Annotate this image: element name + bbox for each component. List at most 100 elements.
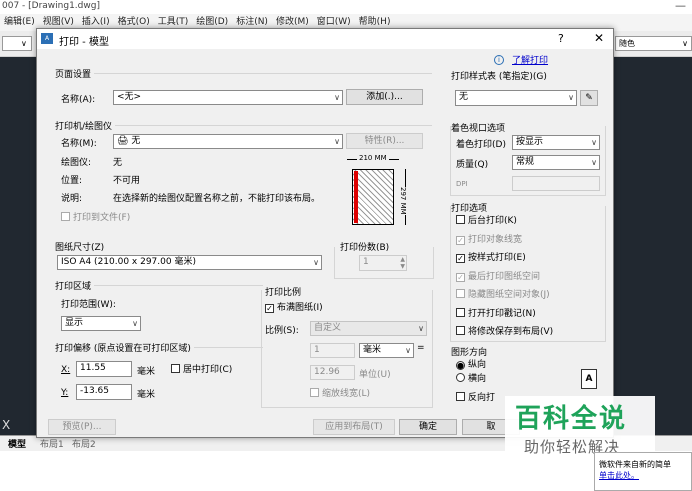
- scale-value1-input[interactable]: 1: [310, 343, 355, 358]
- plot-option-label: 后台打印(K): [468, 216, 517, 226]
- command-marker: X: [2, 418, 11, 432]
- paper-size-select[interactable]: ISO A4 (210.00 x 297.00 毫米) ∨: [57, 255, 322, 270]
- scale-select[interactable]: 自定义 ∨: [310, 321, 427, 336]
- copies-input[interactable]: 1 ▲ ▼: [359, 255, 407, 271]
- plot-offset-title: 打印偏移 (原点设置在可打印区域): [55, 341, 194, 354]
- plot-option-checkbox[interactable]: 隐藏图纸空间对象(J): [456, 289, 550, 301]
- pencil-icon: ✎: [585, 93, 593, 103]
- equals-sign: =: [417, 343, 425, 353]
- apply-to-layout-button[interactable]: 应用到布局(T): [313, 419, 395, 435]
- close-button[interactable]: ✕: [594, 31, 604, 45]
- scale-lineweights-label: 缩放线宽(L): [322, 389, 371, 399]
- offset-x-unit: 毫米: [137, 367, 156, 377]
- plot-option-checkbox[interactable]: ✓ 按样式打印(E): [456, 252, 526, 264]
- portrait-radio[interactable]: ● 纵向: [456, 359, 486, 371]
- menu-edit[interactable]: 编辑(E): [0, 14, 39, 31]
- printer-name-select[interactable]: 🖨 无 ∨: [113, 134, 343, 149]
- preview-button[interactable]: 预览(P)...: [48, 419, 116, 435]
- paper-sheet: [352, 169, 394, 225]
- dialog-title-bar: A 打印 - 模型 ? ✕: [37, 29, 613, 49]
- scale-unit-value: 毫米: [363, 345, 382, 355]
- printer-icon: 🖨: [117, 136, 129, 146]
- plot-option-checkbox[interactable]: ✓ 最后打印图纸空间: [456, 271, 540, 283]
- tab-layout1[interactable]: 布局1: [40, 437, 64, 450]
- quality-select[interactable]: 常规 ∨: [512, 155, 600, 170]
- scale-value: 自定义: [314, 323, 342, 333]
- scale-value2-input[interactable]: 12.96: [310, 365, 355, 380]
- orientation-title: 图形方向: [451, 348, 488, 358]
- reverse-plot-label: 反向打: [468, 393, 496, 403]
- shade-plot-select[interactable]: 按显示 ∨: [512, 135, 600, 150]
- offset-y-unit: 毫米: [137, 390, 156, 400]
- shaded-title: 着色视口选项: [451, 121, 509, 134]
- printer-group: 打印机/绘图仪: [55, 119, 432, 132]
- description-label: 说明:: [61, 194, 83, 204]
- portrait-label: 纵向: [468, 360, 487, 370]
- scale-unit-select[interactable]: 毫米 ∨: [359, 343, 414, 358]
- chevron-down-icon: ∨: [405, 346, 411, 355]
- plotter-value: 无: [113, 158, 123, 168]
- fit-paper-checkbox[interactable]: ✓ 布满图纸(I): [265, 302, 323, 314]
- autocad-icon: A: [41, 33, 53, 44]
- plot-range-label: 打印范围(W):: [61, 300, 116, 310]
- dpi-input[interactable]: [512, 176, 600, 191]
- reverse-plot-checkbox[interactable]: 反向打: [456, 392, 495, 404]
- print-to-file-label: 打印到文件(F): [73, 213, 131, 223]
- page-setup-name-value: <无>: [117, 92, 142, 102]
- tab-model[interactable]: 模型: [8, 437, 26, 450]
- plot-option-checkbox[interactable]: ✓ 打印对象线宽: [456, 234, 522, 246]
- scale-lineweights-checkbox[interactable]: 缩放线宽(L): [310, 388, 370, 400]
- print-to-file-checkbox[interactable]: 打印到文件(F): [61, 212, 130, 224]
- page-setup-name-select[interactable]: <无> ∨: [113, 90, 343, 105]
- plot-range-select[interactable]: 显示 ∨: [61, 316, 141, 331]
- copies-value: 1: [363, 257, 369, 267]
- plot-style-select[interactable]: 无 ∨: [455, 90, 577, 106]
- spinner-icon[interactable]: ▲ ▼: [400, 256, 405, 270]
- plot-area-group: 打印区域: [55, 279, 263, 292]
- watermark-title: 百科全说: [515, 404, 628, 434]
- color-dropdown[interactable]: 随色 ∨: [615, 36, 692, 51]
- tooltip-link[interactable]: 单击此处。: [599, 470, 687, 481]
- plot-range-value: 显示: [65, 318, 84, 328]
- checkbox-box: [456, 215, 465, 224]
- plot-area-title: 打印区域: [55, 279, 95, 292]
- toolbar-dropdown[interactable]: ∨: [2, 36, 32, 51]
- shade-plot-label: 着色打印(D): [456, 140, 506, 150]
- checkbox-box: [456, 289, 465, 298]
- page-setup-name-label: 名称(A):: [61, 95, 96, 105]
- chevron-down-icon: ∨: [313, 258, 319, 267]
- add-page-setup-button[interactable]: 添加(.)...: [346, 89, 423, 105]
- ok-button[interactable]: 确定: [399, 419, 457, 435]
- color-value: 随色: [619, 39, 635, 48]
- paper-size-value: ISO A4 (210.00 x 297.00 毫米): [61, 257, 196, 267]
- quality-value: 常规: [516, 157, 535, 167]
- page-setup-group: 页面设置: [55, 67, 432, 80]
- app-title-bar: 007 - [Drawing1.dwg] —: [0, 0, 692, 14]
- printer-properties-button[interactable]: 特性(R)...: [346, 133, 423, 149]
- plot-option-checkbox[interactable]: 后台打印(K): [456, 215, 517, 227]
- chevron-down-icon: ∨: [591, 138, 597, 147]
- checkbox-box: [61, 212, 70, 221]
- learn-print-link[interactable]: 了解打印: [512, 53, 548, 66]
- plot-option-label: 按样式打印(E): [468, 253, 526, 263]
- location-label: 位置:: [61, 176, 83, 186]
- help-button[interactable]: ?: [558, 32, 564, 45]
- center-plot-checkbox[interactable]: 居中打印(C): [171, 364, 232, 376]
- landscape-radio[interactable]: 横向: [456, 373, 486, 385]
- printer-name-value: 无: [131, 136, 141, 146]
- plot-option-checkbox[interactable]: 打开打印戳记(N): [456, 307, 536, 320]
- plot-option-label: 最后打印图纸空间: [468, 271, 541, 282]
- check-icon: ✓: [456, 235, 465, 245]
- edit-plot-style-button[interactable]: ✎: [580, 90, 598, 106]
- tab-layout2[interactable]: 布局2: [72, 437, 96, 450]
- chevron-down-icon: ∨: [591, 158, 597, 167]
- plot-option-checkbox[interactable]: 将修改保存到布局(V): [456, 326, 553, 338]
- offset-y-input[interactable]: -13.65: [76, 384, 132, 400]
- chevron-down-icon: ∨: [21, 39, 27, 48]
- plot-option-label: 隐藏图纸空间对象(J): [468, 290, 550, 300]
- minimize-icon[interactable]: —: [675, 0, 686, 12]
- plot-offset-group: 打印偏移 (原点设置在可打印区域): [55, 341, 263, 354]
- paper-width-label: 210 MM: [357, 154, 389, 162]
- offset-x-input[interactable]: 11.55: [76, 361, 132, 377]
- plot-option-label: 将修改保存到布局(V): [468, 327, 554, 337]
